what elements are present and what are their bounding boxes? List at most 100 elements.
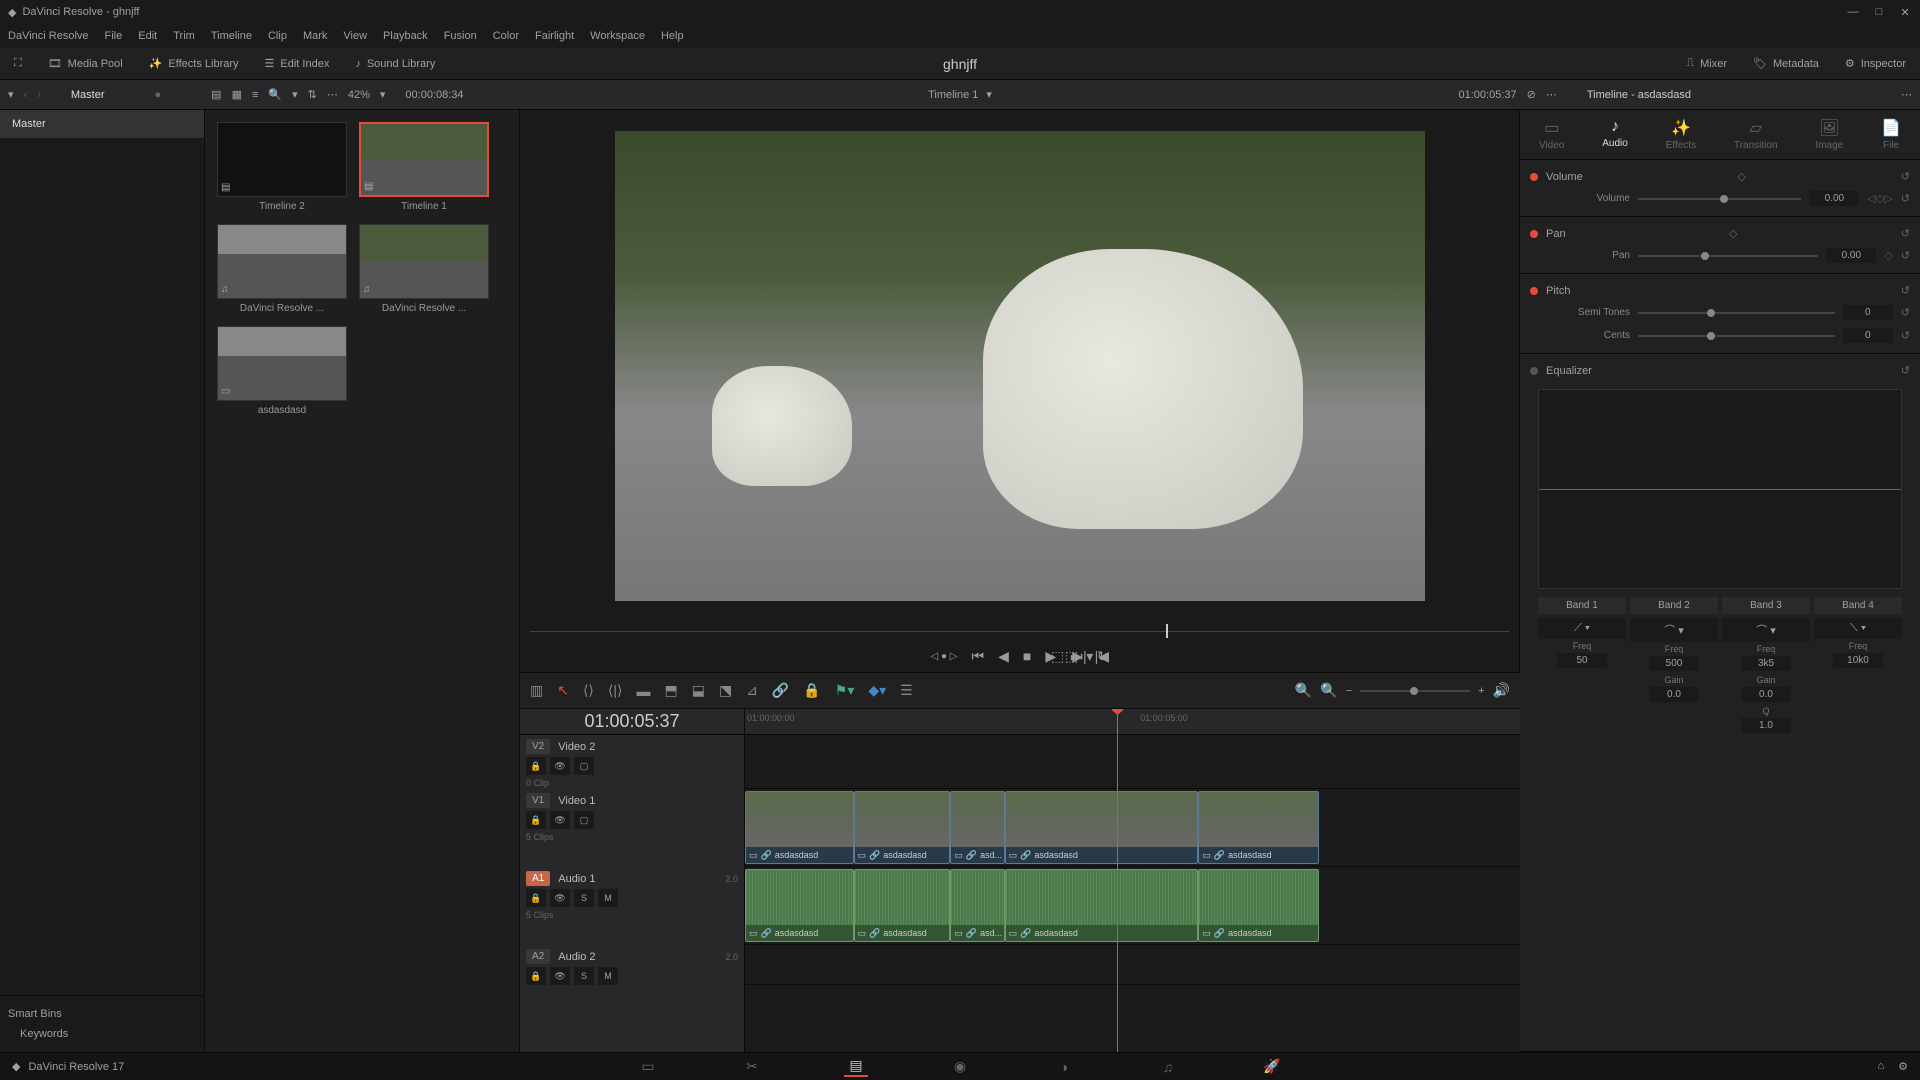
track-header-a2[interactable]: A2Audio 22.0🔒👁SM <box>520 945 745 985</box>
pitch-reset-icon[interactable]: ↺ <box>1901 284 1910 297</box>
nav-prev-dot[interactable]: ◁ ● ▷ <box>931 651 958 662</box>
inspector-tab-image[interactable]: 🖼Image <box>1807 116 1851 153</box>
timeline-clip[interactable]: ▭🔗asdasdasd <box>1198 869 1318 942</box>
settings-icon[interactable]: ⚙ <box>1898 1060 1908 1073</box>
volume-reset-icon[interactable]: ↺ <box>1901 170 1910 183</box>
timeline-ruler[interactable]: 01:00:00:00 01:00:05:00 <box>745 709 1520 735</box>
volume-keyframe-icon[interactable]: ◇ <box>1738 170 1746 183</box>
track-btn-1[interactable]: 👁 <box>550 757 570 775</box>
semitones-reset[interactable]: ↺ <box>1901 306 1910 319</box>
menu-mark[interactable]: Mark <box>303 30 327 42</box>
gain-value[interactable]: 0.0 <box>1741 687 1791 702</box>
inspector-button[interactable]: ⚙Inspector <box>1839 53 1912 74</box>
timeline-clip[interactable]: ▭🔗asdasdasd <box>745 869 854 942</box>
inspector-tab-file[interactable]: 📄File <box>1873 116 1909 153</box>
timeline-clip[interactable]: ▭🔗asdasdasd <box>854 869 951 942</box>
effects-library-button[interactable]: ✨Effects Library <box>143 53 245 74</box>
blade-tool[interactable]: ▬ <box>636 683 650 699</box>
menu-color[interactable]: Color <box>493 30 519 42</box>
view-list-icon[interactable]: ▤ <box>211 88 221 101</box>
eq-graph[interactable] <box>1538 389 1902 589</box>
stop-button[interactable]: ■ <box>1023 648 1031 664</box>
track-btn-3[interactable]: M <box>598 967 618 985</box>
media-pool-button[interactable]: 🎞Media Pool <box>42 53 129 74</box>
pan-enable-dot[interactable] <box>1530 230 1538 238</box>
zoom-out-icon[interactable]: 🔍 <box>1295 682 1312 699</box>
bin-dropdown[interactable]: ▾ <box>8 88 14 101</box>
nav-fwd[interactable]: › <box>37 89 41 101</box>
volume-value[interactable]: 0.00 <box>1809 191 1859 206</box>
color-page-icon[interactable]: ◑ <box>1052 1057 1076 1077</box>
cents-value[interactable]: 0 <box>1843 328 1893 343</box>
media-pool-item[interactable]: ♫DaVinci Resolve ... <box>359 224 489 314</box>
menu-fusion[interactable]: Fusion <box>444 30 477 42</box>
metadata-button[interactable]: 🏷Metadata <box>1747 53 1825 74</box>
nav-back[interactable]: ‹ <box>24 89 28 101</box>
smart-bins-header[interactable]: Smart Bins <box>8 1004 196 1024</box>
timeline-clip[interactable]: ▭🔗asd... <box>950 791 1004 864</box>
eq-reset-icon[interactable]: ↺ <box>1901 364 1910 377</box>
track-lane-a1[interactable]: ▭🔗asdasdasd▭🔗asdasdasd▭🔗asd...▭🔗asdasdas… <box>745 867 1520 945</box>
close-button[interactable]: ✕ <box>1898 5 1912 19</box>
menu-edit[interactable]: Edit <box>138 30 157 42</box>
replace-clip-icon[interactable]: ⬔ <box>719 682 732 699</box>
menu-playback[interactable]: Playback <box>383 30 428 42</box>
semitones-slider[interactable] <box>1638 312 1835 314</box>
fusion-page-icon[interactable]: ◉ <box>948 1057 972 1077</box>
freq-value[interactable]: 50 <box>1557 653 1607 668</box>
more-icon[interactable]: ⋯ <box>327 88 338 101</box>
timeline-clip[interactable]: ▭🔗asdasdasd <box>1005 791 1199 864</box>
track-header-v2[interactable]: V2Video 2🔒👁▢0 Clip <box>520 735 745 789</box>
insert-clip-icon[interactable]: ⬒ <box>664 682 677 699</box>
track-btn-0[interactable]: 🔒 <box>526 967 546 985</box>
track-btn-2[interactable]: ▢ <box>574 757 594 775</box>
pan-slider[interactable] <box>1638 255 1818 257</box>
timeline-clip[interactable]: ▭🔗asdasdasd <box>1198 791 1318 864</box>
pan-keyframe-icon[interactable]: ◇ <box>1729 227 1737 240</box>
mixer-button[interactable]: ⎍Mixer <box>1680 53 1733 74</box>
inspector-tab-effects[interactable]: ✨Effects <box>1658 116 1704 153</box>
play-reverse-button[interactable]: ◀ <box>998 648 1009 665</box>
timeline-clip[interactable]: ▭🔗asdasdasd <box>745 791 854 864</box>
viewer[interactable] <box>520 110 1519 622</box>
deliver-page-icon[interactable]: 🚀 <box>1260 1057 1284 1077</box>
media-page-icon[interactable]: ▭ <box>636 1057 660 1077</box>
track-btn-1[interactable]: 👁 <box>550 811 570 829</box>
gain-value[interactable]: 0.0 <box>1649 687 1699 702</box>
track-header-v1[interactable]: V1Video 1🔒👁▢5 Clips <box>520 789 745 867</box>
dynamic-trim-tool[interactable]: ⟨|⟩ <box>608 682 623 699</box>
track-btn-0[interactable]: 🔒 <box>526 811 546 829</box>
track-btn-2[interactable]: S <box>574 889 594 907</box>
smart-bin-keywords[interactable]: Keywords <box>8 1024 196 1044</box>
track-tag[interactable]: A1 <box>526 871 550 886</box>
inspector-expand-icon[interactable]: ⋯ <box>1901 88 1912 101</box>
viewer-options-icon[interactable]: ⋯ <box>1546 88 1557 101</box>
sort-icon[interactable]: ⇅ <box>308 88 317 101</box>
track-btn-3[interactable]: M <box>598 889 618 907</box>
timeline-clip[interactable]: ▭🔗asdasdasd <box>1005 869 1199 942</box>
menu-trim[interactable]: Trim <box>173 30 195 42</box>
media-pool-item[interactable]: ▤Timeline 2 <box>217 122 347 212</box>
fullscreen-icon[interactable]: ⛶ <box>8 53 28 74</box>
selection-tool[interactable]: ↖ <box>557 682 569 699</box>
inspector-tab-video[interactable]: ▭Video <box>1531 116 1572 153</box>
view-grid-icon[interactable]: ▦ <box>232 88 242 101</box>
media-thumbnail[interactable]: ▤ <box>359 122 489 197</box>
track-tag[interactable]: A2 <box>526 949 550 964</box>
maximize-button[interactable]: □ <box>1872 5 1886 19</box>
pan-param-reset[interactable]: ↺ <box>1901 249 1910 262</box>
freq-value[interactable]: 500 <box>1649 656 1699 671</box>
eq-band-curve-selector[interactable]: ⟋ ▾ <box>1538 618 1626 639</box>
search-icon[interactable]: 🔍 <box>268 88 282 101</box>
timeline-name[interactable]: Timeline 1 <box>928 89 978 101</box>
eq-enable-dot[interactable] <box>1530 367 1538 375</box>
timeline-playhead[interactable] <box>1117 709 1118 1052</box>
media-pool-item[interactable]: ▤Timeline 1 <box>359 122 489 212</box>
menu-file[interactable]: File <box>105 30 123 42</box>
inspector-tab-audio[interactable]: ♪Audio <box>1594 116 1636 153</box>
track-btn-0[interactable]: 🔒 <box>526 889 546 907</box>
zoom-percent[interactable]: 42% <box>348 89 370 101</box>
track-lane-v2[interactable] <box>745 735 1520 789</box>
snapping-icon[interactable]: ⊿ <box>746 682 758 699</box>
media-thumbnail[interactable]: ▭ <box>217 326 347 401</box>
